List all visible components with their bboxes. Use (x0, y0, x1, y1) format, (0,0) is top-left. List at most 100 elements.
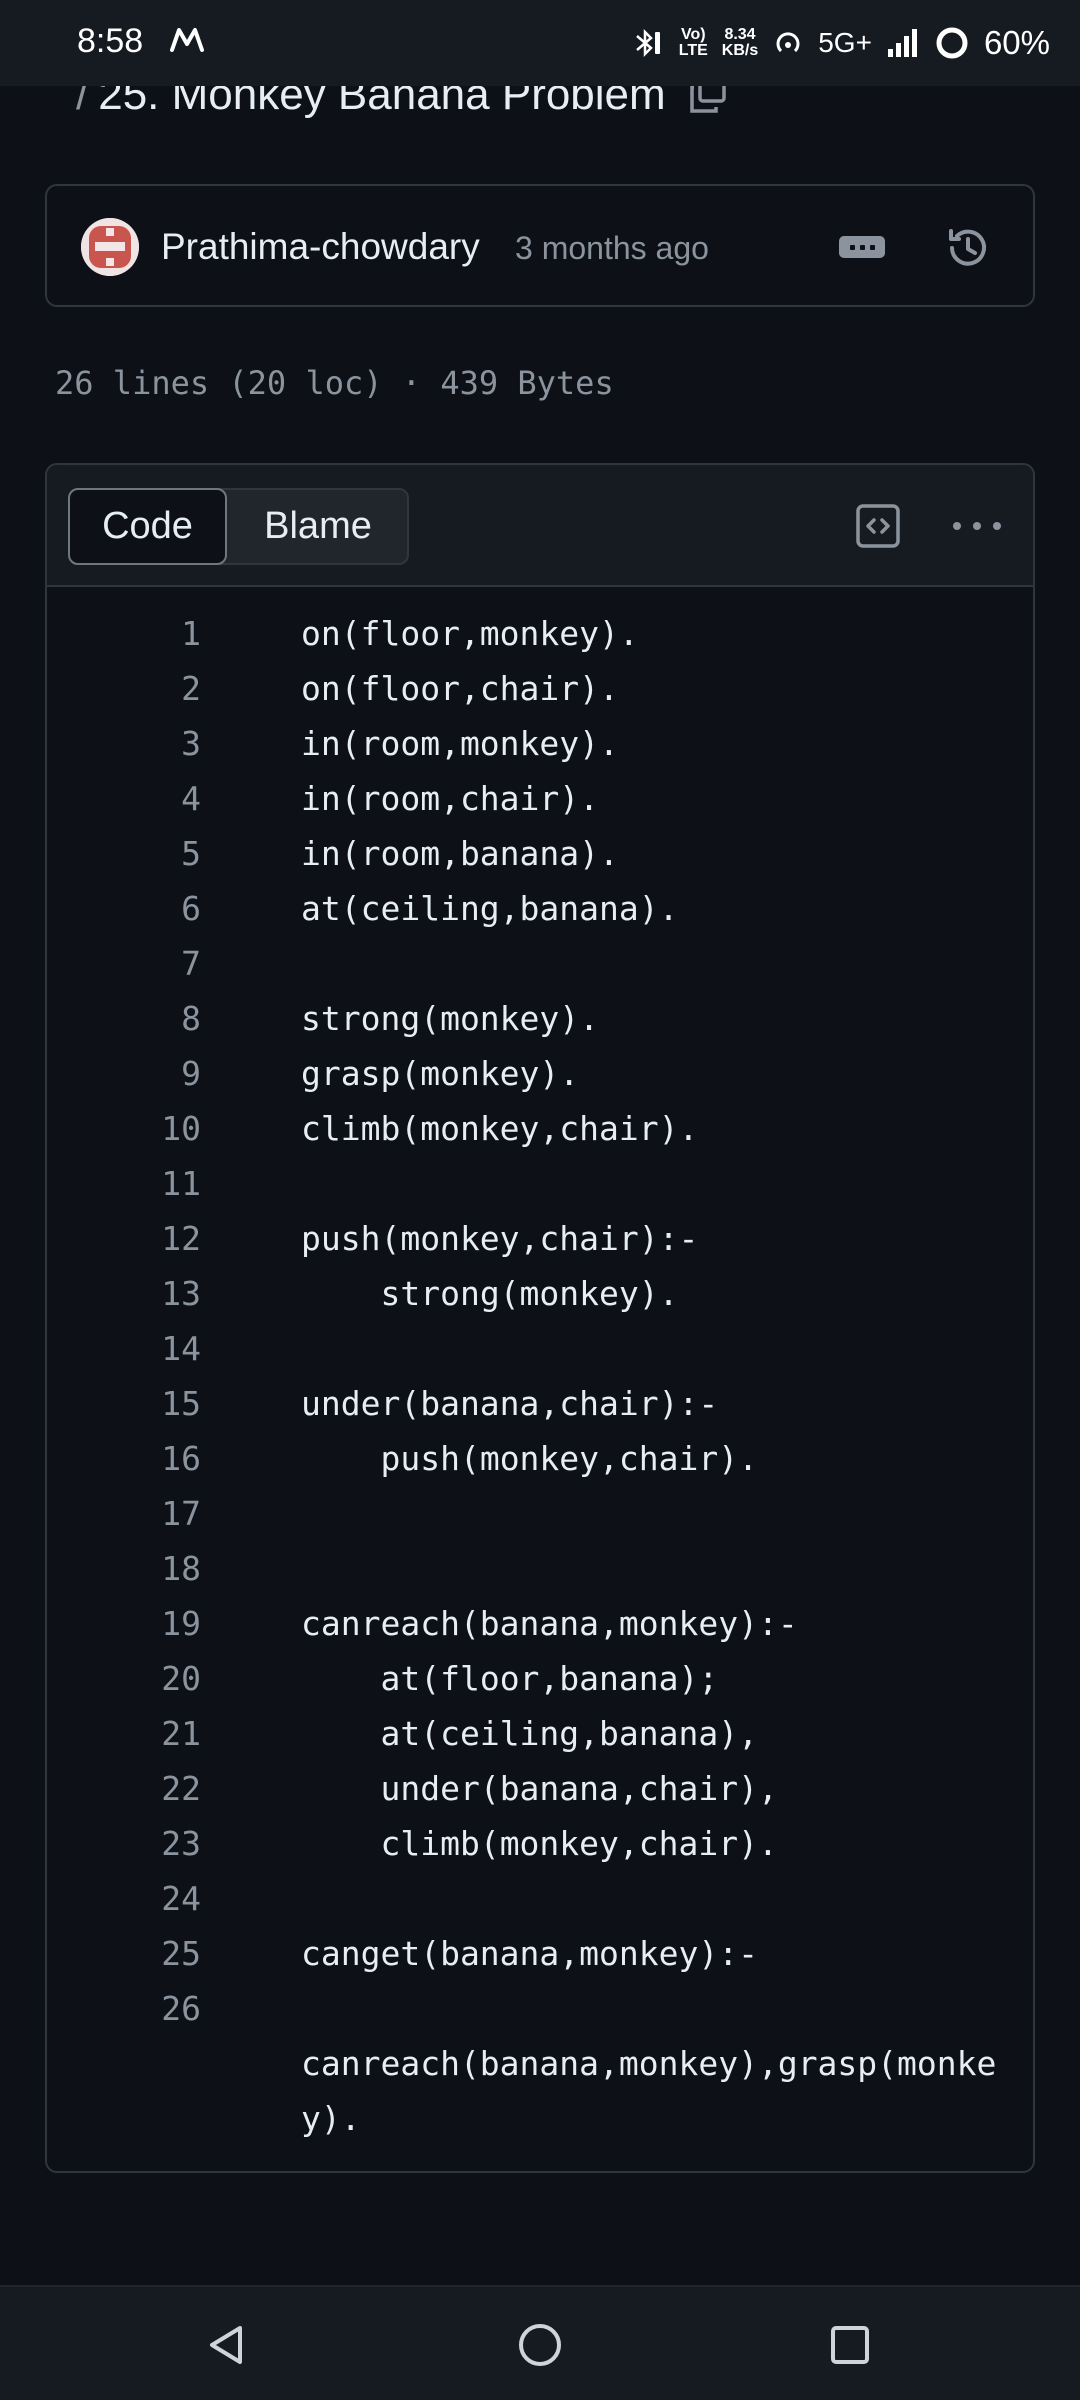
line-number[interactable]: 10 (47, 1101, 201, 1156)
back-icon[interactable] (202, 2320, 252, 2370)
dot (973, 522, 981, 530)
line-number[interactable]: 5 (47, 826, 201, 881)
line-content: under(banana,chair):- (301, 1384, 719, 1423)
line-number[interactable]: 1 (47, 606, 201, 661)
battery-icon (936, 27, 968, 59)
home-icon[interactable] (515, 2320, 565, 2370)
line-number[interactable]: 14 (47, 1321, 201, 1376)
code-line: 9 grasp(monkey). (47, 1046, 1033, 1101)
hotspot-icon (776, 32, 800, 53)
code-line: 18 (47, 1541, 1033, 1596)
code-line: 5 in(room,banana). (47, 826, 1033, 881)
code-line: 21 at(ceiling,banana), (47, 1706, 1033, 1761)
line-number[interactable] (47, 2091, 201, 2146)
navigation-bar (0, 2285, 1080, 2400)
code-line: 25 canget(banana,monkey):- (47, 1926, 1033, 1981)
line-content: on(floor,chair). (301, 669, 619, 708)
line-number[interactable]: 25 (47, 1926, 201, 1981)
dot (993, 522, 1001, 530)
recents-icon[interactable] (825, 2320, 875, 2370)
code-line: 2 on(floor,chair). (47, 661, 1033, 716)
speed-unit: KB/s (721, 42, 759, 59)
line-content: in(room,banana). (301, 834, 619, 873)
line-number[interactable]: 26 (47, 1981, 201, 2036)
line-content: at(ceiling,banana). (301, 889, 679, 928)
bluetooth-icon (635, 28, 660, 58)
avatar[interactable] (81, 218, 139, 276)
line-number[interactable]: 19 (47, 1596, 201, 1651)
network-type: 5G+ (818, 27, 872, 58)
status-icons: Vo) LTE 8.34 KB/s 5G+ 60% (631, 20, 1050, 66)
line-number[interactable]: 18 (47, 1541, 201, 1596)
latest-commit-box: Prathima-chowdary 3 months ago (45, 184, 1035, 307)
line-number[interactable]: 4 (47, 771, 201, 826)
line-number[interactable]: 6 (47, 881, 201, 936)
code-line: 3 in(room,monkey). (47, 716, 1033, 771)
line-number[interactable]: 21 (47, 1706, 201, 1761)
code-line: 12 push(monkey,chair):- (47, 1211, 1033, 1266)
speed-value: 8.34 (724, 26, 756, 43)
code-line: 10 climb(monkey,chair). (47, 1101, 1033, 1156)
code-line: 4 in(room,chair). (47, 771, 1033, 826)
line-number[interactable]: 11 (47, 1156, 201, 1211)
line-number[interactable]: 9 (47, 1046, 201, 1101)
dot (953, 522, 961, 530)
code-line: 14 (47, 1321, 1033, 1376)
tab-code[interactable]: Code (68, 488, 227, 565)
tab-blame[interactable]: Blame (227, 490, 409, 563)
line-content: canreach(banana,monkey),grasp(monke (301, 2044, 997, 2083)
line-number[interactable]: 15 (47, 1376, 201, 1431)
code-line: 20 at(floor,banana); (47, 1651, 1033, 1706)
line-number[interactable] (47, 2036, 201, 2091)
line-number[interactable]: 20 (47, 1651, 201, 1706)
line-content: y). (301, 2099, 361, 2138)
code-line: 6 at(ceiling,banana). (47, 881, 1033, 936)
line-content: at(ceiling,banana), (301, 1714, 758, 1753)
identicon-icon (81, 218, 139, 276)
line-content: at(floor,banana); (301, 1659, 719, 1698)
history-icon[interactable] (943, 223, 993, 273)
volte-top: Vo) (680, 26, 706, 43)
code-line: 16 push(monkey,chair). (47, 1431, 1033, 1486)
code-line: 11 (47, 1156, 1033, 1211)
line-number[interactable]: 7 (47, 936, 201, 991)
line-number[interactable]: 24 (47, 1871, 201, 1926)
line-content: climb(monkey,chair). (301, 1109, 699, 1148)
line-content: under(banana,chair), (301, 1769, 778, 1808)
line-content: strong(monkey). (301, 999, 600, 1038)
line-number[interactable]: 22 (47, 1761, 201, 1816)
code-line: 8 strong(monkey). (47, 991, 1033, 1046)
code-line: y). (47, 2091, 1033, 2146)
code-line: 26 (47, 1981, 1033, 2036)
commit-message-expand-button[interactable] (839, 236, 885, 258)
line-number[interactable]: 16 (47, 1431, 201, 1486)
commit-author-link[interactable]: Prathima-chowdary (161, 226, 480, 268)
code-body: 1 on(floor,monkey). 2 on(floor,chair). 3 in(r… (47, 606, 1033, 2146)
line-content: on(floor,monkey). (301, 614, 639, 653)
line-number[interactable]: 2 (47, 661, 201, 716)
speed-indicator: 8.34 KB/s (722, 27, 758, 59)
code-line: 15 under(banana,chair):- (47, 1376, 1033, 1431)
line-number[interactable]: 23 (47, 1816, 201, 1871)
m-logo-icon (170, 28, 204, 52)
volte-indicator: Vo) LTE (679, 27, 708, 59)
status-bar: 8:58 Vo) LTE 8.34 KB/s 5G+ 60% (0, 0, 1080, 86)
code-line: 23 climb(monkey,chair). (47, 1816, 1033, 1871)
line-number[interactable]: 8 (47, 991, 201, 1046)
signal-icon (887, 29, 917, 57)
battery-percent: 60% (983, 24, 1050, 61)
line-content: push(monkey,chair). (301, 1439, 758, 1478)
line-number[interactable]: 13 (47, 1266, 201, 1321)
code-square-icon[interactable] (855, 503, 901, 549)
code-line: 19 canreach(banana,monkey):- (47, 1596, 1033, 1651)
line-content: canget(banana,monkey):- (301, 1934, 758, 1973)
code-line: 1 on(floor,monkey). (47, 606, 1033, 661)
code-viewer: Code Blame 1 on(floor,monkey). 2 on(floor,c… (45, 463, 1035, 2173)
line-number[interactable]: 17 (47, 1486, 201, 1541)
more-options-icon[interactable] (953, 519, 1001, 533)
line-content: in(room,monkey). (301, 724, 619, 763)
line-number[interactable]: 12 (47, 1211, 201, 1266)
line-number[interactable]: 3 (47, 716, 201, 771)
line-content: push(monkey,chair):- (301, 1219, 699, 1258)
file-info: 26 lines (20 loc) · 439 Bytes (55, 364, 614, 402)
